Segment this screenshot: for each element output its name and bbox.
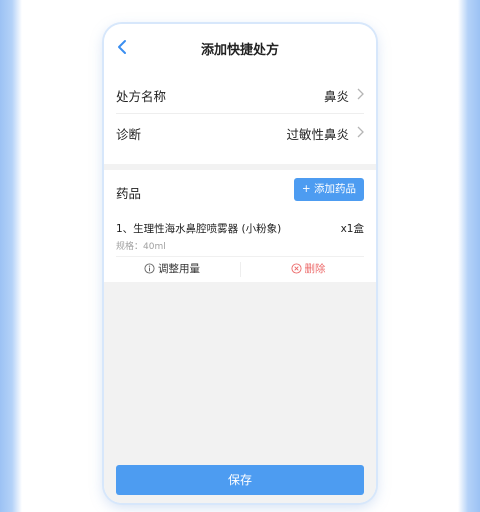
chevron-right-icon [357,126,364,138]
adjust-dosage-button[interactable]: 调整用量 [104,256,240,282]
phone-screen: 添加快捷处方 处方名称 鼻炎 诊断 过敏性鼻炎 药品 + 添加药品 1、生理性海… [104,24,376,503]
diagnosis-row[interactable]: 诊断 过敏性鼻炎 [104,114,376,150]
medicine-name: 1、生理性海水鼻腔喷雾器 (小粉象) [116,223,282,235]
save-button[interactable]: 保存 [116,465,364,495]
empty-content-area [104,282,376,463]
chevron-right-icon [357,88,364,100]
diagnosis-value: 过敏性鼻炎 [286,127,349,142]
medicine-actions: 调整用量 删除 [104,256,376,282]
medicine-section-title: 药品 [116,186,142,201]
page-title: 添加快捷处方 [200,43,279,58]
medicine-spec: 规格：40ml [116,242,166,252]
nav-bar: 添加快捷处方 [104,24,376,70]
medicine-list-item: 1、生理性海水鼻腔喷雾器 (小粉象) x1盒 规格：40ml [104,208,376,256]
prescription-name-row[interactable]: 处方名称 鼻炎 [104,76,376,112]
delete-medicine-label: 删除 [304,263,326,275]
info-circle-icon [144,263,155,274]
close-circle-icon [290,263,302,274]
prescription-name-label: 处方名称 [116,89,167,104]
medicine-section-header: 药品 + 添加药品 [104,170,376,208]
prescription-name-value: 鼻炎 [323,89,349,104]
footer-bar: 保存 [104,463,376,503]
delete-medicine-button[interactable]: 删除 [240,256,376,282]
medicine-quantity: x1盒 [340,223,364,235]
add-medicine-button[interactable]: + 添加药品 [294,178,364,201]
adjust-dosage-label: 调整用量 [158,263,200,275]
diagnosis-label: 诊断 [116,127,142,142]
